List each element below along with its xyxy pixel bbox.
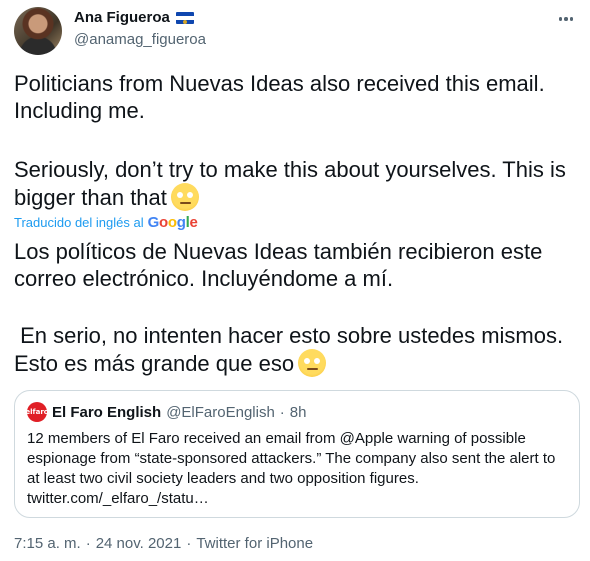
face-with-rolling-eyes-icon xyxy=(170,183,199,211)
quoted-author-handle: @ElFaroEnglish xyxy=(166,403,275,421)
tweet-paragraph-2: Seriously, don’t try to make this about … xyxy=(14,156,584,211)
translated-paragraph-1: Los políticos de Nuevas Ideas también re… xyxy=(14,239,543,291)
translate-label: Traducido del inglés al xyxy=(14,215,144,230)
quoted-tweet-card[interactable]: elfaro El Faro English @ElFaroEnglish · … xyxy=(14,390,580,518)
more-dot-icon xyxy=(569,17,574,21)
quoted-author-name: El Faro English xyxy=(52,403,162,421)
more-dot-icon xyxy=(558,17,563,21)
separator: · xyxy=(279,403,285,421)
author-name-row: Ana Figueroa xyxy=(74,9,194,26)
translation-attribution[interactable]: Traducido del inglés al Google xyxy=(14,214,198,231)
face-with-rolling-eyes-icon xyxy=(298,349,327,377)
tweet-time[interactable]: 7:15 a. m. xyxy=(14,535,81,552)
tweet-paragraph-2-text: Seriously, don’t try to make this about … xyxy=(14,157,566,210)
author-avatar[interactable] xyxy=(14,7,62,55)
more-dot-icon xyxy=(564,17,568,21)
quoted-tweet-time: 8h xyxy=(289,403,307,421)
el-salvador-flag-icon xyxy=(175,11,194,24)
more-options-button[interactable] xyxy=(554,10,578,28)
quoted-tweet-header: elfaro El Faro English @ElFaroEnglish · … xyxy=(25,402,307,422)
separator: · xyxy=(85,535,91,552)
translated-paragraph-2-text: En serio, no intenten hacer esto sobre u… xyxy=(14,323,570,376)
quoted-tweet-body: 12 members of El Faro received an email … xyxy=(27,430,556,507)
separator: · xyxy=(186,535,192,552)
tweet-source[interactable]: Twitter for iPhone xyxy=(196,535,313,552)
author-display-name[interactable]: Ana Figueroa xyxy=(74,9,170,26)
translated-paragraph-2: En serio, no intenten hacer esto sobre u… xyxy=(14,322,584,377)
google-logo: Google xyxy=(147,214,198,231)
tweet-paragraph-1: Politicians from Nuevas Ideas also recei… xyxy=(14,71,545,123)
tweet-metadata: 7:15 a. m. · 24 nov. 2021 · Twitter for … xyxy=(14,535,313,552)
tweet-date[interactable]: 24 nov. 2021 xyxy=(96,535,182,552)
quoted-author-avatar: elfaro xyxy=(25,402,49,422)
author-handle[interactable]: @anamag_figueroa xyxy=(74,31,206,48)
